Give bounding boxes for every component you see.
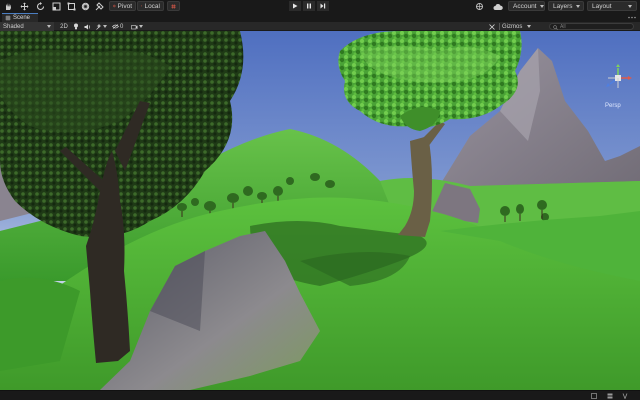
- move-tool-icon[interactable]: [19, 1, 30, 12]
- projection-label[interactable]: Persp: [605, 103, 621, 109]
- pivot-label: Pivot: [117, 2, 132, 10]
- rotate-tool-icon[interactable]: [35, 1, 46, 12]
- grid-snap-button[interactable]: [167, 1, 180, 11]
- shading-mode-label: Shaded: [3, 23, 24, 30]
- play-button[interactable]: [289, 1, 301, 11]
- scene-viewport[interactable]: Persp: [0, 31, 640, 390]
- chevron-down-icon: [527, 25, 532, 28]
- gizmos-label: Gizmos: [502, 23, 523, 30]
- eye-slash-icon: [112, 24, 119, 29]
- audio-toggle-button[interactable]: [83, 22, 91, 31]
- step-button[interactable]: [317, 1, 329, 11]
- speaker-icon: [84, 24, 90, 29]
- cloud-icon[interactable]: [492, 1, 503, 12]
- search-icon: [553, 25, 558, 30]
- scene-control-bar: Shaded 2D 0 Gizmos All: [0, 22, 640, 31]
- debug-mode-icon[interactable]: [622, 393, 628, 399]
- toggle-2d-label: 2D: [60, 23, 68, 30]
- scale-tool-icon[interactable]: [51, 1, 62, 12]
- pivot-icon: [113, 4, 116, 8]
- play-icon: [293, 3, 298, 9]
- layers-label: Layers: [553, 2, 573, 10]
- hand-tool-icon[interactable]: [3, 1, 14, 12]
- scene-grid-icon: [5, 15, 11, 21]
- account-dropdown[interactable]: Account: [508, 1, 545, 11]
- divider: [499, 23, 500, 30]
- layout-label: Layout: [592, 2, 612, 10]
- hierarchy-search-input[interactable]: All: [549, 23, 634, 30]
- cache-server-icon[interactable]: [607, 393, 613, 399]
- main-toolbar: Pivot Local Account Layers Layout: [0, 0, 640, 13]
- tools-icon: [488, 23, 495, 30]
- tab-menu-icon[interactable]: [628, 15, 636, 20]
- hidden-count: 0: [120, 23, 124, 30]
- effects-icon: [95, 23, 101, 30]
- toggle-2d-button[interactable]: 2D: [58, 22, 70, 31]
- hidden-objects-toggle[interactable]: 0: [112, 22, 127, 31]
- status-bar: [0, 390, 640, 400]
- light-bulb-icon: [74, 23, 78, 30]
- search-placeholder: All: [560, 23, 566, 30]
- tab-scene[interactable]: Scene: [2, 13, 38, 22]
- shading-mode-dropdown[interactable]: Shaded: [0, 22, 54, 31]
- tab-bar: Scene: [0, 13, 640, 22]
- chevron-down-icon: [575, 4, 580, 8]
- local-icon: [141, 5, 143, 7]
- transform-tool-icon[interactable]: [80, 1, 91, 12]
- local-label: Local: [144, 2, 160, 10]
- pause-icon: [307, 3, 311, 9]
- pause-button[interactable]: [303, 1, 315, 11]
- gizmos-dropdown[interactable]: Gizmos: [499, 22, 545, 31]
- grid-snap-icon: [171, 3, 176, 9]
- lighting-toggle-button[interactable]: [72, 22, 80, 31]
- chevron-down-icon: [47, 25, 51, 28]
- custom-editor-tool-icon[interactable]: [94, 1, 105, 12]
- layout-dropdown[interactable]: Layout: [587, 1, 637, 11]
- layers-dropdown[interactable]: Layers: [548, 1, 584, 11]
- pivot-toggle-button[interactable]: Pivot: [109, 1, 136, 11]
- chevron-down-icon: [102, 25, 107, 28]
- camera-settings-dropdown[interactable]: [129, 22, 144, 31]
- chevron-down-icon: [539, 4, 544, 8]
- effects-dropdown[interactable]: [94, 22, 108, 31]
- chevron-down-icon: [138, 25, 143, 28]
- local-toggle-button[interactable]: Local: [137, 1, 164, 11]
- chevron-down-icon: [628, 4, 632, 8]
- scene-render: [0, 31, 640, 390]
- tools-toggle-button[interactable]: [487, 22, 496, 31]
- step-icon: [320, 3, 326, 9]
- collab-icon[interactable]: [474, 1, 485, 12]
- scene-tab-label: Scene: [13, 15, 31, 21]
- rect-tool-icon[interactable]: [66, 1, 77, 12]
- progress-icon[interactable]: [591, 393, 597, 399]
- account-label: Account: [513, 2, 537, 10]
- camera-icon: [130, 24, 137, 29]
